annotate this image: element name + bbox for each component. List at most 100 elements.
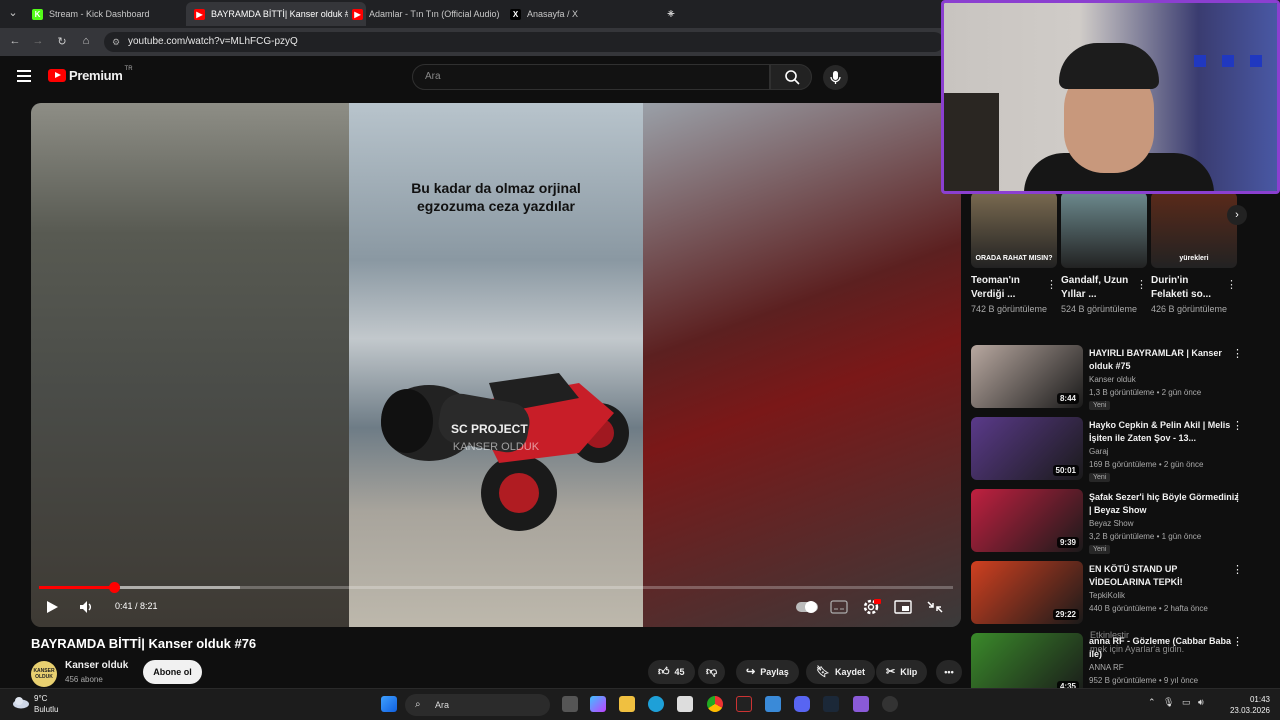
taskbar-search[interactable]: ⌕ Ara — [405, 694, 550, 716]
subtitles-button[interactable] — [828, 596, 850, 618]
weather-desc: Bulutlu — [34, 705, 59, 714]
short-card[interactable]: Gandalf, Uzun Yıllar ... 524 B görüntüle… — [1061, 192, 1147, 316]
short-card[interactable]: yürekleri Durin'in Felaketi so... 426 B … — [1151, 192, 1237, 316]
settings-button[interactable] — [860, 596, 882, 618]
recommended-more-icon[interactable]: ⋮ — [1232, 635, 1243, 648]
more-actions-button[interactable]: ••• — [936, 660, 962, 684]
youtube-premium-logo[interactable]: Premium TR — [48, 65, 133, 83]
edge-icon[interactable] — [648, 696, 664, 712]
fullscreen-exit-button[interactable] — [924, 596, 946, 618]
recommended-meta: 169 B görüntüleme • 2 gün önce — [1089, 460, 1204, 469]
dislike-button[interactable]: 👎︎ — [698, 660, 726, 684]
video-frame: Bu kadar da olmaz orjinal egzozuma ceza … — [349, 103, 643, 627]
back-icon[interactable]: ← — [8, 35, 22, 47]
subscriber-count: 456 abone — [65, 675, 103, 684]
tab-title: BAYRAMDA BİTTİ| Kanser olduk #76 — [211, 9, 348, 19]
video-caption: Bu kadar da olmaz orjinal egzozuma ceza … — [411, 180, 581, 214]
discord-icon[interactable] — [794, 696, 810, 712]
like-button[interactable]: 👍︎ 45 — [648, 660, 695, 684]
channel-avatar[interactable]: KANSER OLDUK — [31, 661, 57, 687]
save-button[interactable]: 🔖︎ Kaydet — [806, 660, 875, 684]
clip-button[interactable]: ✂ Klip — [876, 660, 928, 684]
recommended-more-icon[interactable]: ⋮ — [1232, 419, 1243, 432]
logo-text: Premium — [69, 68, 123, 83]
cloud-icon — [13, 697, 29, 709]
browser-tab[interactable]: KStream - Kick Dashboard× — [24, 2, 204, 26]
app-icon[interactable] — [736, 696, 752, 712]
weather-widget[interactable]: 9°C Bulutlu — [12, 693, 58, 715]
video-player[interactable]: Bu kadar da olmaz orjinal egzozuma ceza … — [31, 103, 961, 627]
shelf-next-button[interactable]: › — [1227, 205, 1247, 225]
play-button[interactable] — [41, 596, 63, 618]
tab-title: Anasayfa / X — [527, 9, 579, 19]
scrubber-handle[interactable] — [108, 582, 120, 593]
subtitles-icon — [830, 600, 848, 614]
browser-tab[interactable]: X Anasayfa / X × — [502, 2, 682, 26]
autoplay-toggle[interactable] — [795, 596, 819, 618]
short-thumbnail[interactable]: yürekleri — [1151, 192, 1237, 268]
copilot-icon[interactable] — [590, 696, 606, 712]
short-thumbnail[interactable]: ORADA RAHAT MISIN? — [971, 192, 1057, 268]
recommended-meta: 440 B görüntüleme • 2 hafta önce — [1089, 604, 1208, 613]
task-view-icon[interactable] — [562, 696, 578, 712]
miniplayer-button[interactable] — [892, 596, 914, 618]
app-icon[interactable] — [853, 696, 869, 712]
short-more-icon[interactable]: ⋮ — [1136, 278, 1147, 291]
video-thumbnail[interactable]: 50:01 — [971, 417, 1083, 480]
share-button[interactable]: ↪ Paylaş — [736, 660, 799, 684]
search-button[interactable] — [770, 64, 812, 90]
forward-icon[interactable]: → — [31, 35, 45, 47]
obs-icon[interactable] — [882, 696, 898, 712]
short-more-icon[interactable]: ⋮ — [1226, 278, 1237, 291]
steam-icon[interactable] — [823, 696, 839, 712]
clock-date: 23.03.2026 — [1229, 706, 1270, 715]
video-title: BAYRAMDA BİTTİ| Kanser olduk #76 — [31, 636, 257, 651]
app-icon[interactable] — [765, 696, 781, 712]
video-thumbnail[interactable]: 8:44 — [971, 345, 1083, 408]
recommended-channel: Kanser olduk — [1089, 375, 1136, 384]
home-icon[interactable]: ⌂ — [79, 35, 93, 47]
address-bar[interactable]: ⚙ youtube.com/watch?v=MLhFCG-pzyQ — [104, 32, 944, 52]
tab-favicon-icon: ▶ — [352, 8, 363, 20]
recommended-more-icon[interactable]: ⋮ — [1232, 491, 1243, 504]
short-more-icon[interactable]: ⋮ — [1046, 278, 1057, 291]
short-card[interactable]: ORADA RAHAT MISIN? Teoman'ın Verdiği ...… — [971, 192, 1057, 316]
volume-button[interactable] — [75, 596, 97, 618]
video-thumbnail[interactable]: 9:39 — [971, 489, 1083, 552]
video-thumbnail[interactable]: 29:22 — [971, 561, 1083, 624]
wall-light — [1222, 55, 1234, 67]
channel-name[interactable]: Kanser olduk — [65, 660, 128, 671]
start-button[interactable] — [381, 696, 397, 712]
hamburger-menu-icon[interactable] — [17, 70, 31, 82]
volume-icon — [80, 601, 91, 613]
short-thumbnail[interactable] — [1061, 192, 1147, 268]
chrome-icon[interactable] — [707, 696, 723, 712]
reload-icon[interactable]: ↻ — [55, 35, 69, 48]
progress-bar[interactable] — [39, 582, 953, 593]
youtube-play-icon — [48, 69, 66, 82]
short-title: Durin'in Felaketi so... — [1151, 275, 1212, 300]
recommended-video[interactable]: 9:39 Şafak Sezer'i hiç Böyle Görmediniz … — [971, 489, 1271, 554]
system-tray[interactable]: ⌃ 🎙︎ ▭ 🔊︎ — [1148, 697, 1204, 708]
browser-tab[interactable]: ▶BAYRAMDA BİTTİ| Kanser olduk #76× — [186, 2, 366, 26]
file-explorer-icon[interactable] — [619, 696, 635, 712]
store-icon[interactable] — [677, 696, 693, 712]
subscribe-button[interactable]: Abone ol — [143, 660, 202, 684]
tab-list-chevron-icon[interactable]: ⌄ — [6, 6, 20, 19]
recommended-more-icon[interactable]: ⋮ — [1232, 563, 1243, 576]
new-tab-button[interactable]: + — [664, 5, 678, 21]
recommended-video[interactable]: 8:44 HAYIRLI BAYRAMLAR | Kanser olduk #7… — [971, 345, 1271, 410]
logo-country: TR — [124, 65, 133, 72]
recommended-video[interactable]: 50:01 Hayko Cepkin & Pelin Akil | Melis … — [971, 417, 1271, 482]
exhaust-brand-label: SC PROJECT — [451, 422, 528, 436]
like-count: 45 — [674, 667, 685, 677]
video-thumbnail[interactable]: 4:35 — [971, 633, 1083, 696]
search-input[interactable]: Ara — [412, 64, 770, 90]
taskbar-clock[interactable]: 01:43 23.03.2026 — [1222, 694, 1270, 716]
browser-tab[interactable]: ▶Adamlar - Tın Tın (Official Audio)× — [344, 2, 524, 26]
recommended-video[interactable]: 29:22 EN KÖTÜ STAND UP VİDEOLARINA TEPKİ… — [971, 561, 1271, 625]
voice-search-button[interactable] — [823, 65, 848, 90]
site-info-icon[interactable]: ⚙ — [112, 32, 120, 52]
recommended-meta: 1,3 B görüntüleme • 2 gün önce — [1089, 388, 1202, 397]
recommended-more-icon[interactable]: ⋮ — [1232, 347, 1243, 360]
